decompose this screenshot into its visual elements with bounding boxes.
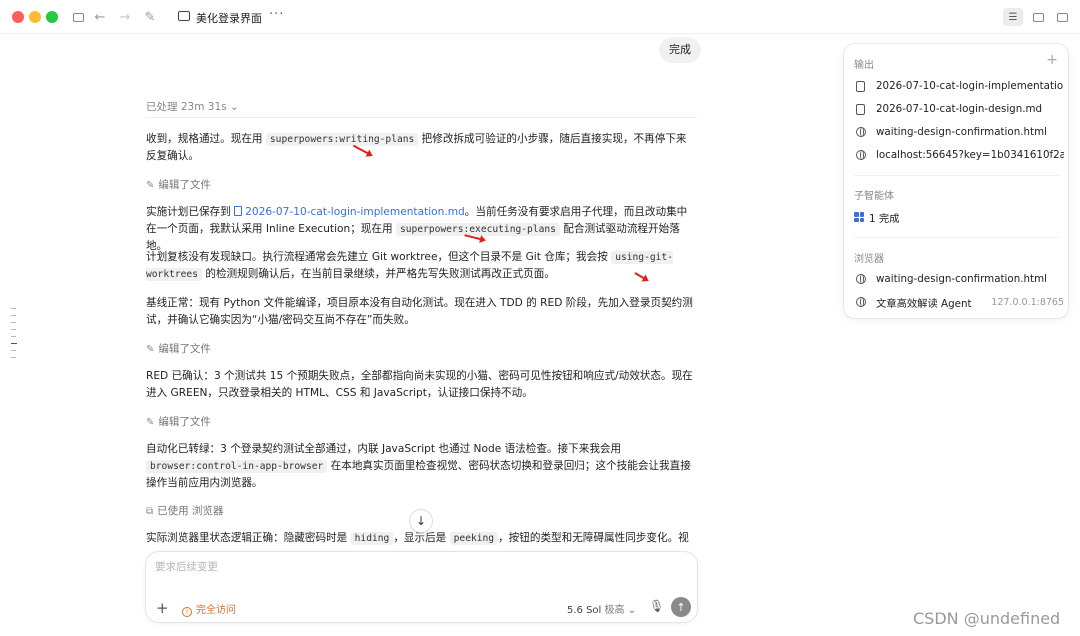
sidebar-toggle-icon[interactable] [70,9,86,25]
list-icon: ☰ [1008,11,1018,23]
inline-code: superpowers:executing-plans [395,223,560,236]
globe-icon [855,150,866,160]
plan-file-link[interactable]: 2026-07-10-cat-login-implementation.md [234,206,465,218]
subagents-title: 子智能体 [854,191,894,202]
conversation-minimap[interactable] [11,308,17,364]
terminal-toggle-button[interactable] [1028,8,1048,26]
terminal-icon [1032,12,1044,22]
add-output-button[interactable]: + [1046,52,1058,68]
edited-file-toggle[interactable]: ✎ 编辑了文件 [146,177,211,192]
browser-used-toggle[interactable]: ⧉ 已使用 浏览器 [146,503,223,518]
globe-icon [855,274,866,284]
browser-icon: ⧉ [146,506,154,517]
window-title: 美化登录界面 [196,12,262,25]
folder-icon [178,11,190,21]
minimize-window-button[interactable] [29,11,41,23]
document-icon [856,103,865,115]
right-sidebar-icon [1056,12,1068,22]
output-item[interactable]: 2026-07-10-cat-login-implementatio [854,77,1064,95]
microphone-icon[interactable]: 🎙 [649,599,664,613]
output-item[interactable]: localhost:56645?key=1b0341610f2a [854,146,1064,164]
assistant-paragraph: 自动化已转绿：3 个登录契约测试全部通过，内联 JavaScript 也通过 N… [146,443,691,489]
inline-code: browser:control-in-app-browser [146,460,328,473]
add-attachment-button[interactable]: + [156,599,169,617]
assistant-paragraph: 实施计划已保存到 2026-07-10-cat-login-implementa… [146,206,688,252]
browser-tab-item[interactable]: 文章高效解读 Agent 127.0.0.1:8765 [854,293,1064,311]
pencil-icon: ✎ [146,417,155,428]
globe-icon [855,127,866,137]
inline-code: superpowers:writing-plans [265,133,419,146]
close-window-button[interactable] [12,11,24,23]
new-chat-icon[interactable]: ✎ [142,9,158,25]
assistant-paragraph: 收到，规格通过。现在用 superpowers:writing-plans 把修… [146,133,687,162]
inline-code: hiding [350,532,394,545]
assistant-paragraph: 基线正常：现有 Python 文件能编译，项目原本没有自动化测试。现在进入 TD… [146,297,693,326]
browser-tab-item[interactable]: waiting-design-confirmation.html [854,270,1064,288]
forward-arrow-icon[interactable]: → [117,9,133,25]
browser-tab-address: 127.0.0.1:8765 [991,296,1064,308]
right-sidebar-toggle-button[interactable] [1052,8,1072,26]
assistant-paragraph: 计划复核没有发现缺口。执行流程通常会先建立 Git worktree，但这个目录… [146,251,673,281]
processed-time-toggle[interactable]: 已处理 23m 31s ⌄ [146,99,239,114]
back-arrow-icon[interactable]: ← [92,9,108,25]
user-message-bubble: 完成 [659,37,701,63]
access-mode-selector[interactable]: ! 完全访问 [182,601,236,617]
globe-icon [855,297,866,307]
divider [854,237,1059,238]
title-bar: ← → ✎ 美化登录界面 ··· ☰ [0,0,1080,34]
pencil-icon: ✎ [146,180,155,191]
subagents-status[interactable]: 1 完成 [854,208,1064,226]
pencil-icon: ✎ [146,344,155,355]
divider [854,175,1059,176]
outputs-title: 输出 [854,60,874,71]
send-button[interactable]: ↑ [671,597,691,617]
edited-file-toggle[interactable]: ✎ 编辑了文件 [146,341,211,356]
panel-toggle-button[interactable]: ☰ [1003,8,1023,26]
maximize-window-button[interactable] [46,11,58,23]
inline-code: peeking [449,532,499,545]
edited-file-toggle[interactable]: ✎ 编辑了文件 [146,414,211,429]
side-panel: 输出 + 2026-07-10-cat-login-implementatio … [843,43,1069,319]
composer-box: + !完全访问 5.6 Sol 极高 ⌄ 🎙 ↑ [145,551,698,623]
divider [146,117,697,118]
warning-icon: ! [182,607,192,617]
model-selector[interactable]: 5.6 Sol 极高 ⌄ [567,601,636,616]
assistant-paragraph: RED 已确认：3 个测试共 15 个预期失败点，全部都指向尚未实现的小猫、密码… [146,370,693,399]
document-icon [856,80,865,92]
output-item[interactable]: waiting-design-confirmation.html [854,123,1064,141]
output-item[interactable]: 2026-07-10-cat-login-design.md [854,100,1064,118]
browser-title: 浏览器 [854,254,884,265]
watermark: CSDN @undefined [913,609,1061,628]
subagent-icon [854,212,864,222]
file-icon [234,206,243,216]
follow-up-input[interactable] [155,561,675,573]
more-options-button[interactable]: ··· [269,7,284,22]
scroll-to-bottom-button[interactable]: ↓ [409,509,433,533]
